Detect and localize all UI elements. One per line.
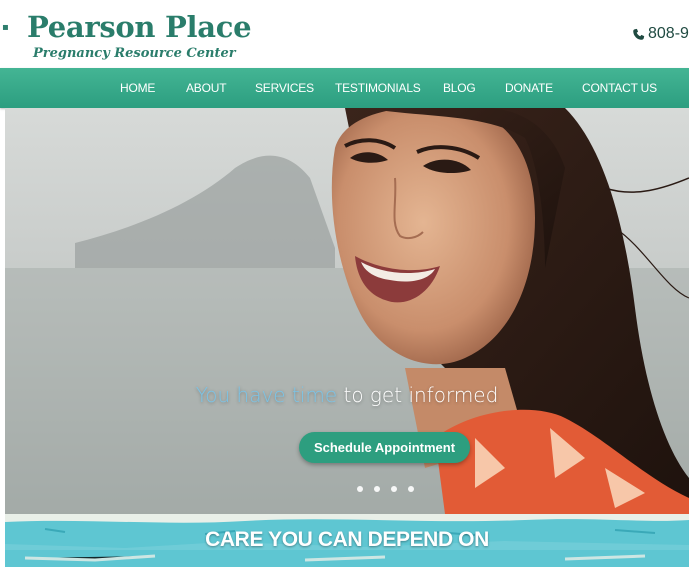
phone-number: 808-9: [648, 25, 689, 42]
site-header: ▪ Pearson Place Pregnancy Resource Cente…: [0, 0, 689, 68]
phone-link[interactable]: 808-9: [632, 25, 689, 43]
slider-dot-4[interactable]: [408, 486, 414, 492]
nav-item-services[interactable]: SERVICES: [255, 68, 314, 108]
nav-item-testimonials[interactable]: TESTIMONIALS: [335, 68, 421, 108]
nav-item-blog[interactable]: BLOG: [443, 68, 476, 108]
phone-icon: [633, 28, 645, 40]
nav-item-contact-us[interactable]: CONTACT US: [582, 68, 657, 108]
nav-item-home[interactable]: HOME: [120, 68, 155, 108]
banner-heading: CARE YOU CAN DEPEND ON: [205, 528, 489, 551]
brand-logo-subtitle: Pregnancy Resource Center: [33, 46, 236, 61]
brand-mark-icon: ▪: [2, 22, 9, 33]
slider-dot-2[interactable]: [374, 486, 380, 492]
slider-dot-3[interactable]: [391, 486, 397, 492]
slider-dot-1[interactable]: [357, 486, 363, 492]
brand-logo-title[interactable]: Pearson Place: [27, 10, 252, 44]
nav-item-donate[interactable]: DONATE: [505, 68, 553, 108]
tagline-highlight: You have time: [195, 383, 338, 407]
nav-item-about[interactable]: ABOUT: [186, 68, 227, 108]
hero-slider: You have time to get informed Schedule A…: [5, 108, 689, 514]
slider-pagination: [357, 486, 417, 494]
tagline-rest: to get informed: [337, 383, 499, 407]
hero-tagline: You have time to get informed: [5, 383, 689, 407]
main-nav: HOME ABOUT SERVICES TESTIMONIALS BLOG DO…: [0, 68, 689, 108]
schedule-appointment-button[interactable]: Schedule Appointment: [299, 432, 470, 463]
care-banner: CARE YOU CAN DEPEND ON: [5, 514, 689, 567]
